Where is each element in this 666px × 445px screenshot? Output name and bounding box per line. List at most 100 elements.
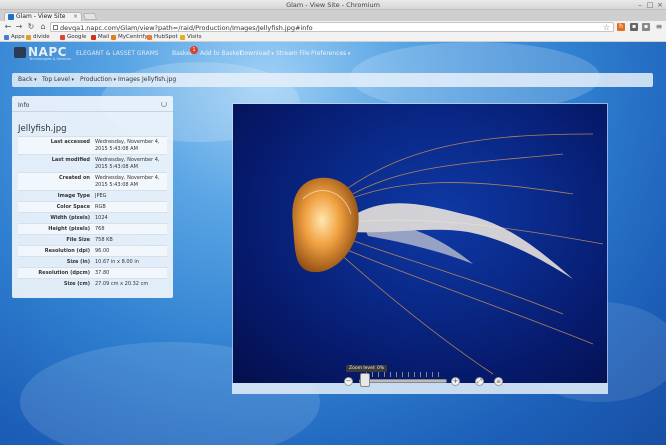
breadcrumb-production[interactable]: Production [80, 76, 116, 83]
property-value: Wednesday, November 4, 2015 5:43:08 AM [95, 175, 160, 188]
tab-label: Glam - View Site [16, 13, 66, 20]
logo-mark-icon [14, 47, 26, 58]
bookmark-item[interactable]: divide [26, 34, 50, 41]
tab-strip: Glam - View Site × [0, 10, 666, 21]
logo[interactable]: NAPC Technologies & Services [14, 45, 72, 61]
property-row: Last modified Wednesday, November 4, 2015… [18, 154, 167, 172]
property-key: Color Space [56, 204, 90, 210]
breadcrumb-top-level[interactable]: Top Level [42, 76, 74, 83]
property-key: Size (cm) [63, 281, 90, 287]
bookmark-label: Apps [11, 34, 25, 40]
bookmark-icon [26, 35, 31, 40]
property-value: Wednesday, November 4, 2015 5:43:08 AM [95, 157, 160, 170]
bookmark-item[interactable]: Visits [180, 34, 202, 41]
property-value: 96.00 [95, 248, 110, 254]
app-navbar: NAPC Technologies & Services ELEGANT & L… [0, 42, 666, 64]
property-value: 37.80 [95, 270, 110, 276]
zoom-controls: Zoom level: 0% − + ⤢ ≡ [342, 362, 512, 392]
property-row: Width (pixels) 1024 [18, 212, 167, 223]
add-to-basket-link[interactable]: Add to Basket [200, 50, 242, 57]
bookmark-item[interactable]: Mail [91, 34, 109, 41]
bookmark-item[interactable]: MyCentrify [111, 34, 148, 41]
close-window-icon[interactable]: × [656, 1, 664, 9]
zoom-ticks [366, 372, 444, 377]
property-row: Color Space RGB [18, 201, 167, 212]
property-value: 10.67 in x 8.00 in [95, 259, 139, 265]
bookmark-label: HubSpot [154, 34, 178, 40]
bookmark-label: Mail [98, 34, 110, 40]
property-row: Created on Wednesday, November 4, 2015 5:… [18, 172, 167, 190]
new-tab-button[interactable] [82, 13, 98, 20]
favicon-icon [8, 14, 14, 20]
bookmark-icon [4, 35, 9, 40]
bookmark-label: Visits [187, 34, 202, 40]
address-bar[interactable]: devqa1.napc.com/Glam/view?path=/raid/Pro… [50, 22, 614, 32]
forward-arrow-icon[interactable]: → [14, 22, 24, 32]
jellyfish-illustration [292, 133, 604, 375]
zoom-slider-handle[interactable] [360, 373, 370, 387]
bookmark-icon [111, 35, 116, 40]
property-key: Created on [59, 175, 90, 181]
toolbar: ← → ↻ ⌂ devqa1.napc.com/Glam/view?path=/… [0, 21, 666, 33]
property-row: File Size 758 KB [18, 234, 167, 245]
stream-file-link[interactable]: Stream File [276, 50, 310, 57]
window-title: Glam - View Site - Chromium [286, 1, 380, 9]
bookmark-label: divide [33, 34, 50, 40]
minimize-icon[interactable]: – [636, 1, 644, 9]
property-row: Size (in) 10.67 in x 8.00 in [18, 256, 167, 267]
window-titlebar: Glam - View Site - Chromium – □ × [0, 0, 666, 10]
home-icon[interactable]: ⌂ [38, 22, 48, 32]
property-value: 768 [95, 226, 105, 232]
bookmark-label: MyCentrify [118, 34, 148, 40]
logo-tagline: Technologies & Services [29, 57, 72, 61]
reload-icon[interactable]: ↻ [26, 22, 36, 32]
menu-icon[interactable]: ≡ [655, 23, 663, 31]
property-key: Resolution (dpcm) [38, 270, 90, 276]
properties-table: Last accessed Wednesday, November 4, 2015… [18, 136, 167, 289]
bookmark-item[interactable]: HubSpot [147, 34, 178, 41]
menu-icon[interactable]: ≡ [494, 377, 503, 386]
breadcrumb-back[interactable]: Back [18, 76, 37, 83]
property-value: Wednesday, November 4, 2015 5:43:08 AM [95, 139, 160, 152]
property-key: Image Type [57, 193, 90, 199]
property-value: 1024 [95, 215, 108, 221]
property-value: RGB [95, 204, 106, 210]
property-key: Last accessed [50, 139, 90, 145]
property-row: Resolution (dpcm) 37.80 [18, 267, 167, 278]
extension-icon[interactable]: h [617, 23, 625, 31]
property-value: 758 KB [95, 237, 113, 243]
breadcrumb-images[interactable]: Images [118, 76, 140, 83]
bookmarks-bar: Apps divide Google Mail MyCentrify HubSpot Vis… [0, 33, 666, 42]
bookmark-star-icon[interactable]: ☆ [603, 23, 610, 32]
info-panel: Info Jellyfish.jpg Last accessed Wednesda… [12, 96, 173, 298]
preferences-menu[interactable]: Preferences [311, 50, 350, 57]
zoom-out-icon[interactable]: − [344, 377, 353, 386]
fullscreen-icon[interactable]: ⤢ [475, 377, 484, 386]
address-url: devqa1.napc.com/Glam/view?path=/raid/Pro… [60, 24, 313, 32]
tab-close-icon[interactable]: × [73, 13, 78, 21]
property-key: Last modified [51, 157, 90, 163]
info-panel-header: Info [12, 96, 173, 112]
breadcrumb: Back Top Level Production Images Jellyfi… [12, 73, 653, 87]
maximize-icon[interactable]: □ [646, 1, 654, 9]
property-row: Image Type JPEG [18, 190, 167, 201]
extension-icon[interactable]: ▪ [642, 23, 650, 31]
extension-icon[interactable]: ▪ [630, 23, 638, 31]
app-name: ELEGANT & LASSET GRAMS [76, 50, 159, 57]
back-arrow-icon[interactable]: ← [3, 22, 13, 32]
download-menu[interactable]: Download [240, 50, 274, 57]
bookmark-item[interactable]: Apps [4, 34, 25, 41]
zoom-in-icon[interactable]: + [451, 377, 460, 386]
page: NAPC Technologies & Services ELEGANT & L… [0, 42, 666, 445]
property-key: Width (pixels) [50, 215, 90, 221]
bookmark-item[interactable]: Google [60, 34, 86, 41]
page-info-icon[interactable] [53, 25, 58, 30]
bookmark-icon [180, 35, 185, 40]
zoom-slider[interactable] [359, 379, 447, 383]
property-key: Height (pixels) [48, 226, 90, 232]
property-key: Resolution (dpi) [44, 248, 90, 254]
browser-tab[interactable]: Glam - View Site × [4, 12, 82, 21]
basket-count-badge: 1 [190, 46, 198, 54]
info-panel-title: Info [18, 102, 30, 109]
bookmark-icon [91, 35, 96, 40]
